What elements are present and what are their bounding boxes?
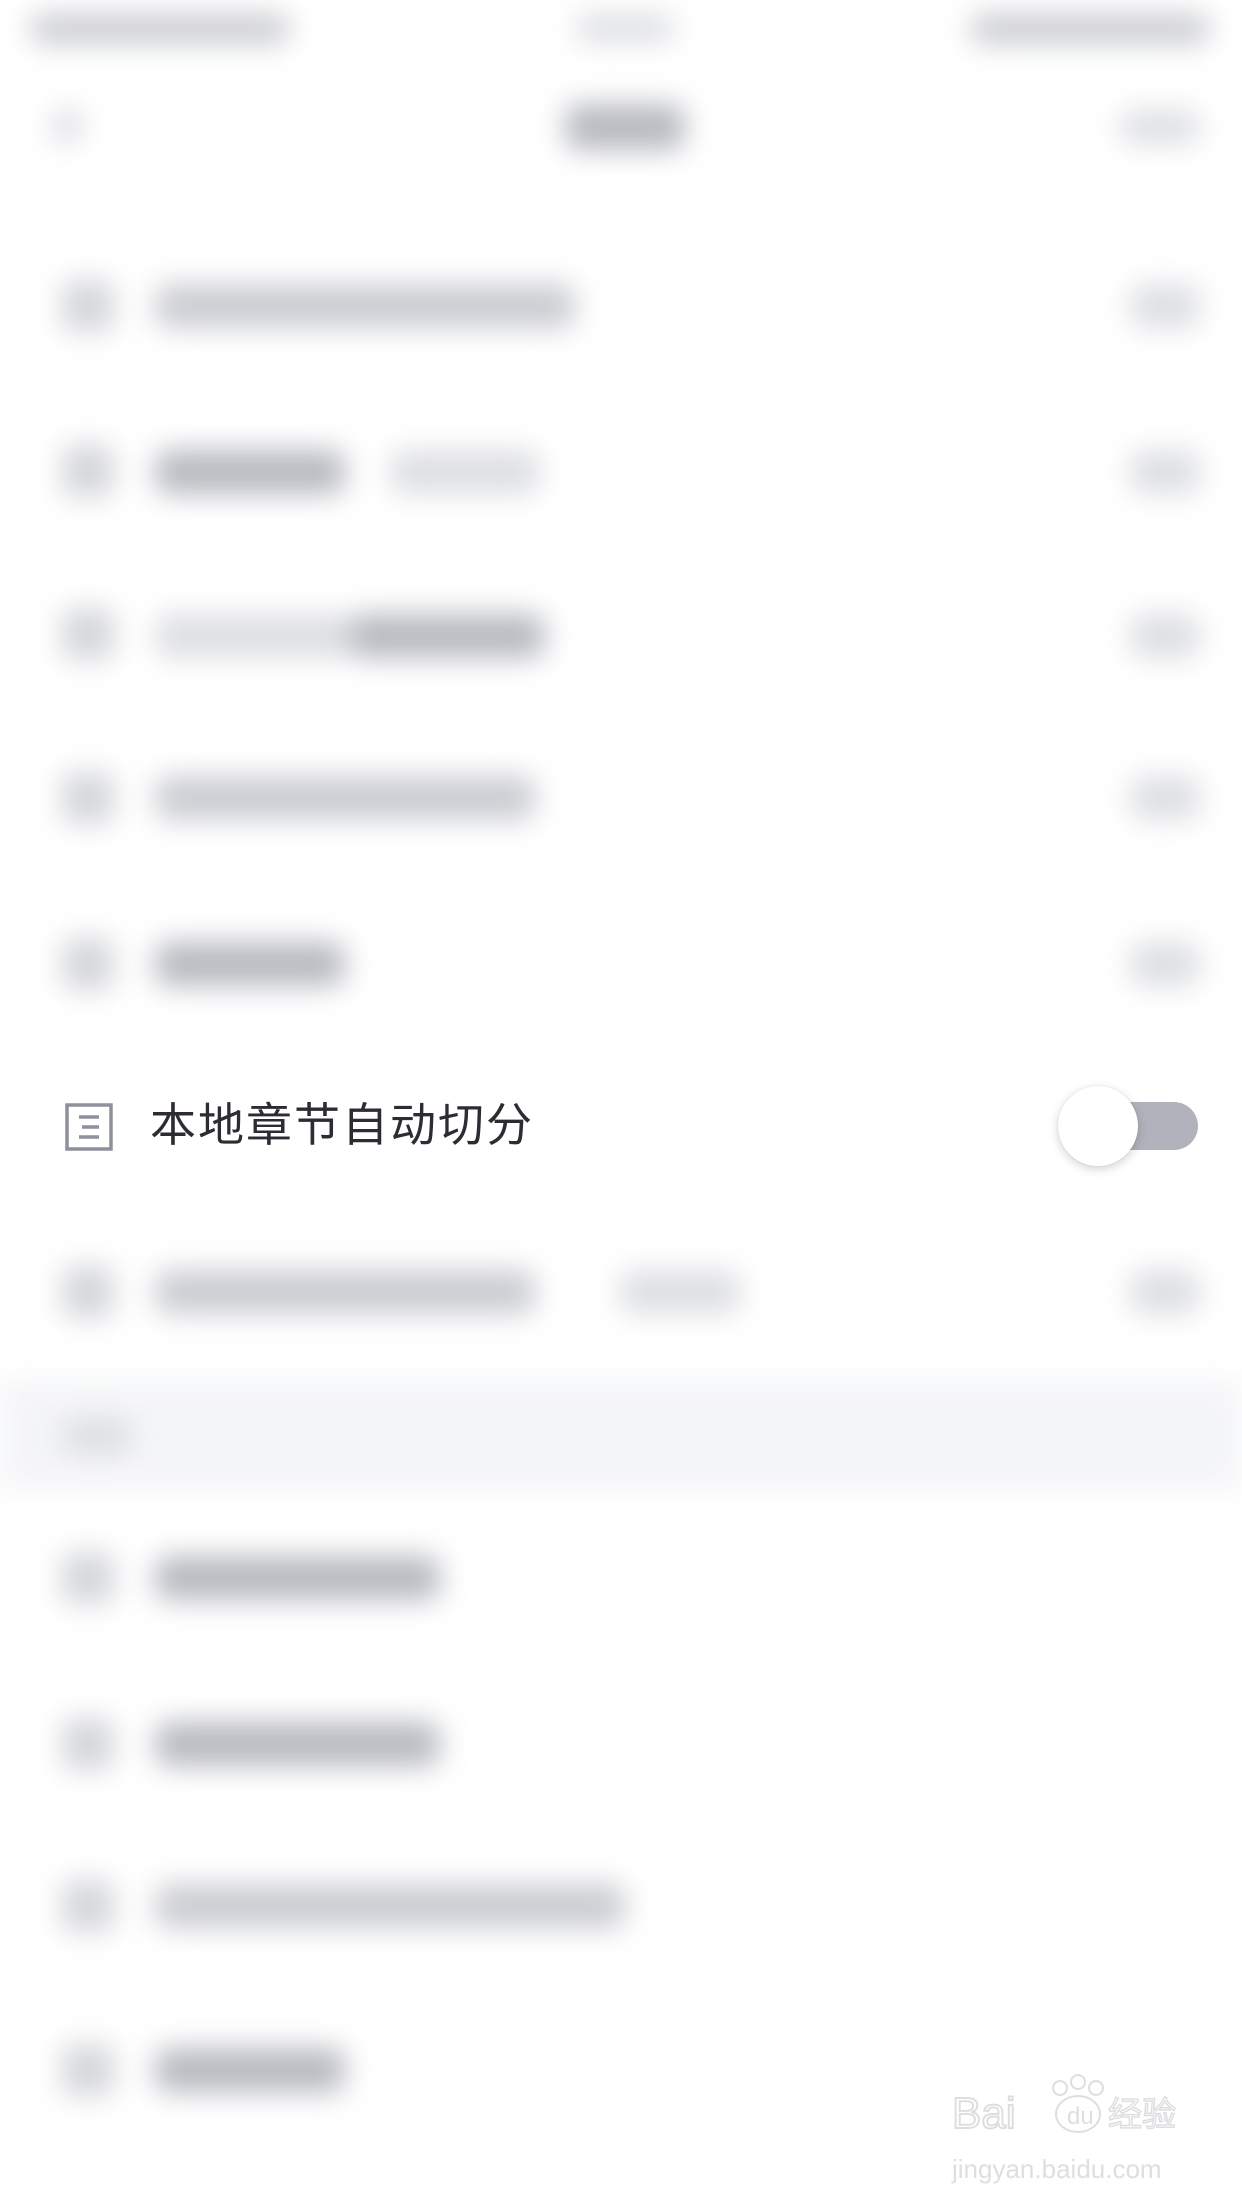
row-label-blur — [350, 614, 545, 658]
row-value-blur — [1130, 450, 1200, 494]
row-label-blur — [620, 1270, 740, 1314]
row-value-blur — [1130, 614, 1200, 658]
row-icon-blur — [62, 1718, 114, 1770]
row-icon-blur — [62, 1266, 114, 1318]
status-bar-left-blur — [30, 14, 290, 44]
row-icon-blur — [62, 938, 114, 990]
auto-split-toggle[interactable] — [1058, 1086, 1198, 1166]
row-icon-blur — [62, 1880, 114, 1932]
nav-right-blur — [1120, 110, 1200, 144]
row-label-blur — [155, 1270, 535, 1314]
status-bar-center-blur — [575, 14, 675, 42]
row-label-blur — [155, 450, 345, 494]
watermark-url: jingyan.baidu.com — [952, 2154, 1162, 2184]
settings-screen: 本地章节自动切分 Bai du 经验 jingyan.baidu.com — [0, 0, 1242, 2208]
row-label-blur — [155, 1556, 440, 1600]
row-label-blur — [155, 614, 355, 658]
row-label-blur — [155, 942, 345, 986]
section-header-blur — [0, 1380, 1242, 1490]
svg-text:经验: 经验 — [1108, 2095, 1176, 2135]
row-label-blur — [155, 1722, 440, 1766]
setting-row-auto-split-chapters[interactable]: 本地章节自动切分 — [0, 1070, 1242, 1180]
row-icon-blur — [62, 772, 114, 824]
row-icon-blur — [62, 608, 114, 660]
row-icon-blur — [62, 445, 114, 497]
row-value-blur — [1130, 284, 1200, 328]
row-label-blur — [155, 776, 535, 820]
status-bar-right-blur — [970, 14, 1210, 44]
row-icon-blur — [62, 280, 114, 332]
document-list-icon — [64, 1102, 114, 1152]
baidu-paw-icon: Bai du 经验 — [951, 2074, 1177, 2139]
svg-text:du: du — [1067, 2103, 1094, 2130]
toggle-knob — [1058, 1086, 1138, 1166]
row-icon-blur — [62, 1552, 114, 1604]
setting-label: 本地章节自动切分 — [150, 1098, 534, 1152]
row-label-blur — [155, 1884, 625, 1928]
row-label-blur — [390, 450, 540, 494]
row-value-blur — [1130, 942, 1200, 986]
svg-text:Bai: Bai — [952, 2089, 1016, 2138]
row-value-blur — [1130, 776, 1200, 820]
back-button-blur — [52, 108, 82, 144]
row-label-blur — [155, 2048, 345, 2092]
row-icon-blur — [62, 2044, 114, 2096]
watermark-logo: Bai du 经验 jingyan.baidu.com — [948, 2070, 1188, 2190]
nav-title-blur — [565, 104, 685, 150]
row-value-blur — [1130, 1270, 1200, 1314]
row-label-blur — [155, 284, 575, 328]
section-title-blur — [62, 1418, 132, 1454]
